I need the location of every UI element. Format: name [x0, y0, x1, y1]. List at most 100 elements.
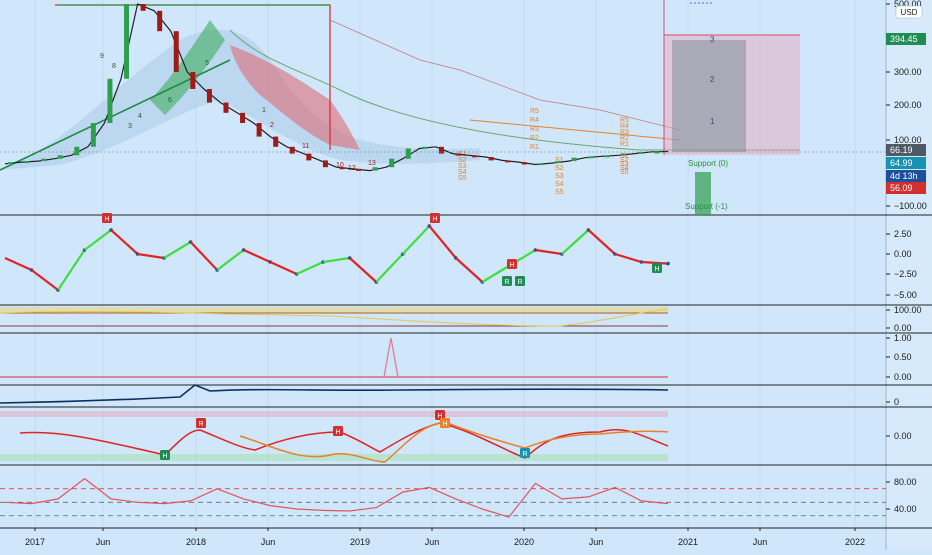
candle [372, 167, 378, 171]
candle [8, 162, 13, 165]
candle [505, 160, 511, 163]
osc-tick-label: 40.00 [894, 504, 917, 514]
chart-root: 3 2 1 Support (0) Support (-1) R5 R5 R4 R4 R… [0, 0, 932, 550]
signal-marker-label: H [104, 216, 109, 223]
x-tick-label: 2022 [845, 537, 865, 547]
osc-tick-label: 1.00 [894, 333, 912, 343]
candle [339, 167, 345, 170]
signal-marker-label: R [504, 279, 509, 286]
x-tick-label: Jun [261, 537, 276, 547]
osc-tick-label: 100.00 [894, 305, 922, 315]
signal-marker-label: R [198, 421, 203, 428]
wave-count-label: 1 [262, 107, 266, 114]
candle [240, 112, 246, 123]
x-tick-label: 2019 [350, 537, 370, 547]
wave-count-label: 5 [205, 60, 209, 67]
candle [190, 72, 196, 89]
support-note-label: Support (-1) [685, 202, 728, 211]
x-tick-label: Jun [425, 537, 440, 547]
candle [488, 157, 494, 161]
support-label: S5 [458, 175, 467, 182]
resistance-label: R1 [620, 141, 629, 148]
candle [571, 157, 577, 162]
candle [157, 10, 163, 32]
wave-count-label: 3 [128, 123, 132, 130]
candle [322, 160, 328, 168]
price-tag-label: 56.09 [890, 183, 913, 193]
support-label: S5 [620, 169, 629, 176]
osc-tick-label: 80.00 [894, 477, 917, 487]
price-tick-label: −100.00 [894, 201, 927, 211]
candle [621, 153, 627, 156]
candle [472, 155, 478, 158]
candle [140, 4, 146, 11]
signal-marker-label: R [522, 451, 527, 458]
osc-tick-label: 0.50 [894, 352, 912, 362]
wave-count-label: 9 [100, 53, 104, 60]
support-label: S2 [555, 165, 564, 172]
price-tag-label: 66.19 [890, 145, 913, 155]
candle [604, 155, 610, 158]
momentum-point [666, 261, 670, 266]
x-tick-label: Jun [96, 537, 111, 547]
target-level-label: 3 [710, 35, 715, 44]
osc-tick-label: 0.00 [894, 323, 912, 333]
support-label: S3 [555, 173, 564, 180]
candle [538, 163, 544, 166]
candle [289, 146, 295, 154]
support-label: S5 [555, 189, 564, 196]
target-level-label: 1 [710, 117, 715, 126]
signal-marker-label: H [432, 216, 437, 223]
candle [438, 146, 444, 154]
candle [455, 153, 461, 156]
currency-label: USD [901, 8, 918, 17]
signal-marker-label: H [509, 262, 514, 269]
resistance-label: R3 [530, 126, 539, 133]
candle [256, 123, 262, 137]
wave-count-label: 11 [302, 143, 309, 150]
support-label: S4 [555, 181, 564, 188]
resistance-label: R4 [530, 117, 539, 124]
signal-marker-label: H [335, 429, 340, 436]
osc-tick-label: 0.00 [894, 431, 912, 441]
candle [273, 136, 279, 147]
signal-marker-label: H [162, 453, 167, 460]
x-tick-label: 2017 [25, 537, 45, 547]
osc1-tick-label: 2.50 [894, 229, 912, 239]
wave-count-label: 8 [112, 63, 116, 70]
multi-pane-chart[interactable]: 3 2 1 Support (0) Support (-1) R5R5R4R4R… [0, 0, 932, 550]
x-tick-label: Jun [753, 537, 768, 547]
resistance-label: R5 [530, 108, 539, 115]
signal-marker-label: R [517, 279, 522, 286]
candle [588, 156, 594, 159]
price-tag-label: 64.99 [890, 158, 913, 168]
osc-tick-label: 0.00 [894, 372, 912, 382]
candle [57, 155, 63, 159]
wave-count-label: 2 [270, 122, 274, 129]
currency-badge: USD [895, 5, 923, 19]
osc-tick-label: 0 [894, 397, 899, 407]
candle [422, 146, 428, 149]
price-tag-label: 394.45 [890, 34, 918, 44]
candle [173, 31, 179, 72]
x-tick-label: Jun [589, 537, 604, 547]
candle [90, 123, 96, 147]
candle [356, 168, 362, 171]
target-level-label: 2 [710, 75, 715, 84]
osc1-tick-label: 0.00 [894, 249, 912, 259]
candle [41, 158, 47, 162]
wave-count-label: 6 [168, 97, 172, 104]
x-tick-label: 2020 [514, 537, 534, 547]
price-tick-label: 100.00 [894, 135, 922, 145]
osc1-tick-label: −2.50 [894, 269, 917, 279]
candle [124, 4, 130, 79]
osc1-tick-label: −5.00 [894, 290, 917, 300]
price-tick-label: 200.00 [894, 100, 922, 110]
candle [389, 158, 395, 168]
candle [24, 161, 30, 164]
price-tag-label: 4d 13h [890, 171, 918, 181]
support-note-label: Support (0) [688, 159, 728, 168]
wave-count-label: 4 [138, 113, 142, 120]
resistance-label: R2 [530, 135, 539, 142]
candle [306, 153, 312, 161]
